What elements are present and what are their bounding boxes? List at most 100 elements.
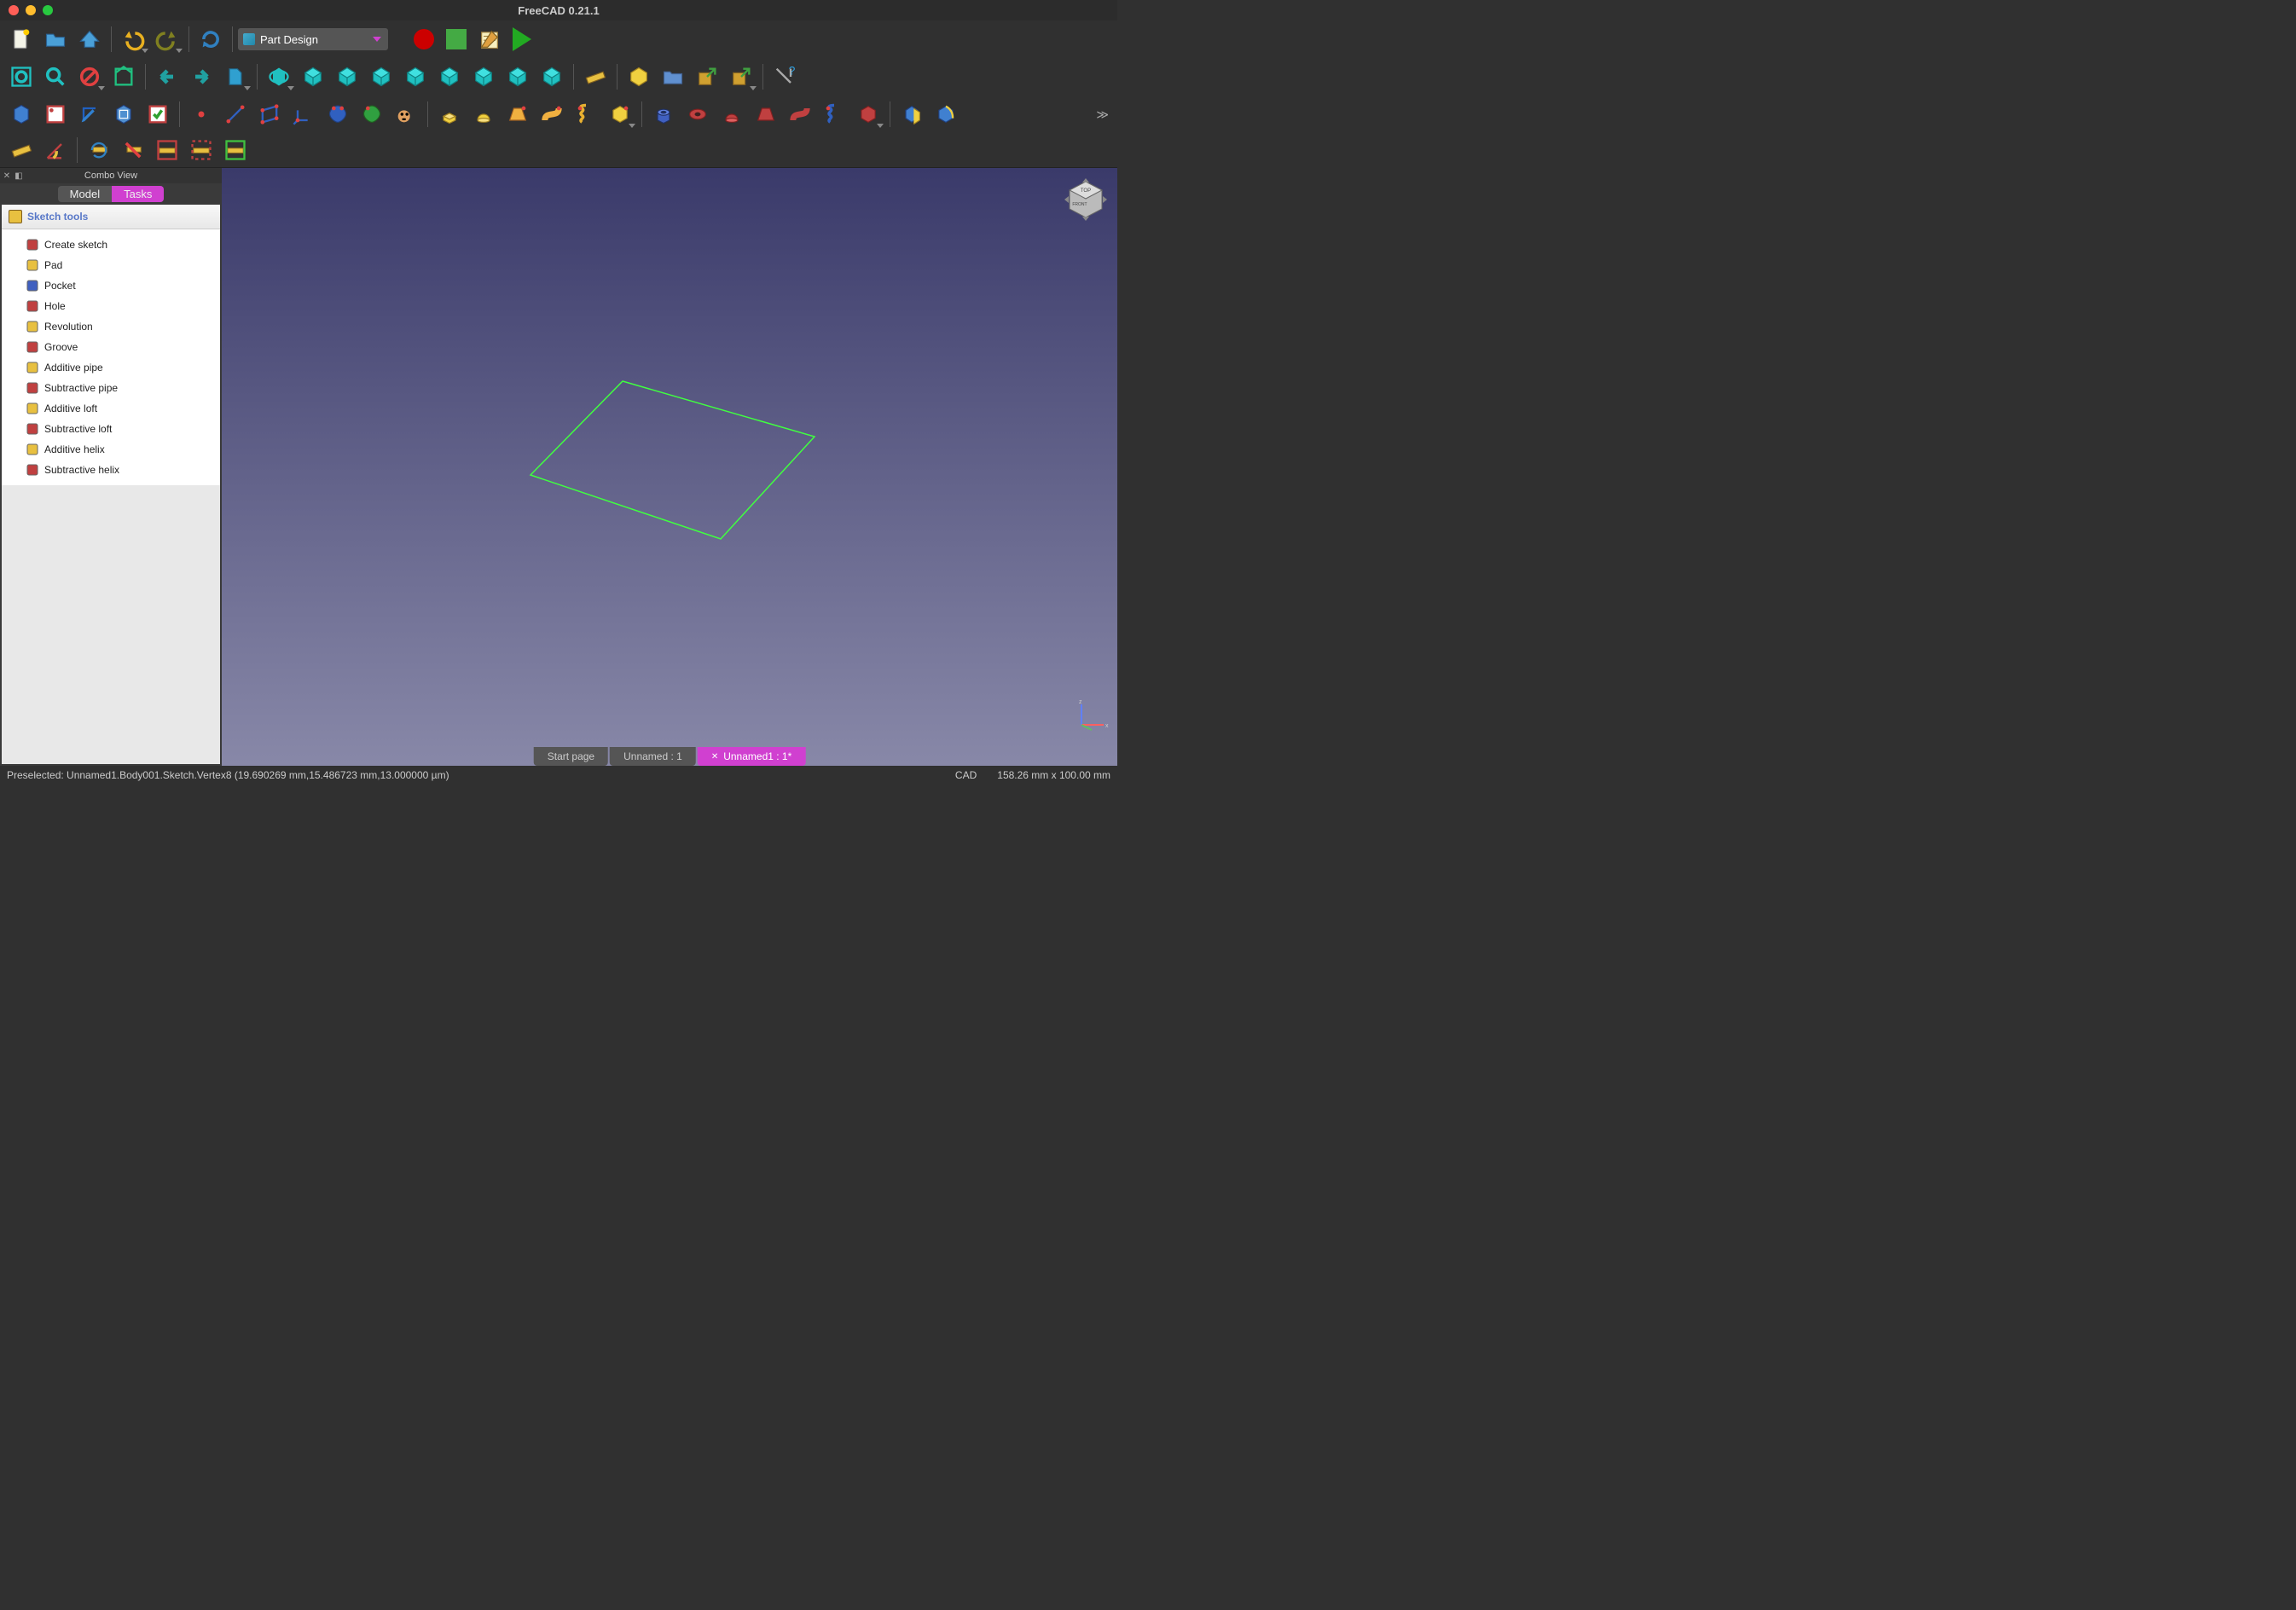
dropdown-arrow-icon[interactable] [176, 49, 183, 53]
additive-loft-icon[interactable] [502, 98, 534, 130]
groove-icon[interactable] [716, 98, 748, 130]
shape-binder-icon[interactable] [322, 98, 354, 130]
left-view-icon[interactable] [467, 61, 500, 93]
datum-point-icon[interactable] [185, 98, 217, 130]
fillet-partdesign-icon[interactable] [930, 98, 962, 130]
macro-edit-button[interactable] [473, 23, 506, 55]
toolbar-overflow-button[interactable]: ≫ [1096, 107, 1112, 122]
front-view-icon[interactable] [297, 61, 329, 93]
boolean-icon[interactable] [896, 98, 928, 130]
edit-sketch-icon[interactable] [73, 98, 106, 130]
subtractive-primitive-icon[interactable] [852, 98, 884, 130]
task-item-additive-loft[interactable]: Additive loft [5, 398, 217, 419]
macro-play-button[interactable] [513, 27, 531, 51]
new-file-icon[interactable] [5, 23, 38, 55]
redo-icon[interactable] [151, 23, 183, 55]
local-cs-icon[interactable] [287, 98, 320, 130]
rear-view-icon[interactable] [399, 61, 432, 93]
datum-plane-icon[interactable] [253, 98, 286, 130]
additive-pipe-icon[interactable] [536, 98, 568, 130]
map-sketch-icon[interactable] [107, 98, 140, 130]
3d-viewport[interactable]: TOP FRONT x z Start pageUnnamed : 1✕Unna… [222, 168, 1117, 766]
task-item-pocket[interactable]: Pocket [5, 275, 217, 296]
dropdown-arrow-icon[interactable] [629, 124, 635, 128]
navigation-cube[interactable]: TOP FRONT [1063, 177, 1109, 223]
rotate-left-icon[interactable] [502, 61, 534, 93]
fit-selection-icon[interactable] [39, 61, 72, 93]
measure-toggle-delta-icon[interactable] [219, 134, 252, 166]
close-tab-icon[interactable]: ✕ [711, 752, 718, 762]
document-tab[interactable]: Unnamed : 1 [610, 747, 696, 766]
sub-shape-binder-icon[interactable] [356, 98, 388, 130]
macro-record-button[interactable] [414, 29, 434, 49]
nav-forward-icon[interactable] [185, 61, 217, 93]
datum-line-icon[interactable] [219, 98, 252, 130]
dropdown-arrow-icon[interactable] [98, 86, 105, 90]
fit-all-icon[interactable] [5, 61, 38, 93]
whatsthis-icon[interactable]: ? [768, 61, 801, 93]
subtractive-loft-icon[interactable] [750, 98, 782, 130]
task-item-hole[interactable]: Hole [5, 296, 217, 316]
maximize-window-button[interactable] [43, 5, 53, 15]
measure-linear-icon[interactable] [5, 134, 38, 166]
pad-icon[interactable] [433, 98, 466, 130]
undo-icon[interactable] [117, 23, 149, 55]
measure-angular-icon[interactable] [39, 134, 72, 166]
pocket-icon[interactable] [647, 98, 680, 130]
link-actions-icon[interactable] [725, 61, 757, 93]
measure-refresh-icon[interactable] [83, 134, 115, 166]
isometric-icon[interactable] [263, 61, 295, 93]
task-item-pad[interactable]: Pad [5, 255, 217, 275]
dropdown-arrow-icon[interactable] [287, 86, 294, 90]
document-tab[interactable]: Start page [534, 747, 608, 766]
additive-primitive-icon[interactable] [604, 98, 636, 130]
close-window-button[interactable] [9, 5, 19, 15]
dropdown-arrow-icon[interactable] [877, 124, 884, 128]
task-item-subtractive-loft[interactable]: Subtractive loft [5, 419, 217, 439]
dropdown-arrow-icon[interactable] [750, 86, 757, 90]
create-sketch-icon[interactable] [39, 98, 72, 130]
additive-helix-icon[interactable] [570, 98, 602, 130]
link-nav-icon[interactable] [219, 61, 252, 93]
combo-tab-tasks[interactable]: Tasks [112, 186, 164, 202]
dropdown-arrow-icon[interactable] [142, 49, 148, 53]
minimize-window-button[interactable] [26, 5, 36, 15]
measure-icon[interactable] [579, 61, 612, 93]
combo-tab-model[interactable]: Model [58, 186, 112, 202]
link-icon[interactable] [691, 61, 723, 93]
draw-style-icon[interactable] [73, 61, 106, 93]
right-view-icon[interactable] [365, 61, 397, 93]
task-item-additive-helix[interactable]: Additive helix [5, 439, 217, 460]
create-body-icon[interactable] [5, 98, 38, 130]
task-item-additive-pipe[interactable]: Additive pipe [5, 357, 217, 378]
task-item-revolution[interactable]: Revolution [5, 316, 217, 337]
clone-icon[interactable] [390, 98, 422, 130]
measure-toggle-3d-icon[interactable] [185, 134, 217, 166]
task-item-subtractive-helix[interactable]: Subtractive helix [5, 460, 217, 480]
validate-sketch-icon[interactable] [142, 98, 174, 130]
nav-style-indicator[interactable]: CAD [955, 769, 977, 781]
panel-close-icon[interactable]: ✕ [2, 171, 12, 181]
save-icon[interactable] [73, 23, 106, 55]
nav-back-icon[interactable] [151, 61, 183, 93]
panel-undock-icon[interactable]: ◧ [14, 171, 24, 181]
revolution-icon[interactable] [467, 98, 500, 130]
subtractive-helix-icon[interactable] [818, 98, 850, 130]
task-item-groove[interactable]: Groove [5, 337, 217, 357]
macro-stop-button[interactable] [446, 29, 467, 49]
bounding-box-icon[interactable] [107, 61, 140, 93]
measure-clear-icon[interactable] [117, 134, 149, 166]
workbench-selector[interactable]: Part Design [238, 28, 388, 50]
document-tab[interactable]: ✕Unnamed1 : 1* [698, 747, 805, 766]
part-icon[interactable] [623, 61, 655, 93]
subtractive-pipe-icon[interactable] [784, 98, 816, 130]
bottom-view-icon[interactable] [433, 61, 466, 93]
dropdown-arrow-icon[interactable] [244, 86, 251, 90]
task-item-create-sketch[interactable]: Create sketch [5, 235, 217, 255]
group-icon[interactable] [657, 61, 689, 93]
top-view-icon[interactable] [331, 61, 363, 93]
measure-toggle-all-icon[interactable] [151, 134, 183, 166]
task-item-subtractive-pipe[interactable]: Subtractive pipe [5, 378, 217, 398]
rotate-right-icon[interactable] [536, 61, 568, 93]
open-file-icon[interactable] [39, 23, 72, 55]
